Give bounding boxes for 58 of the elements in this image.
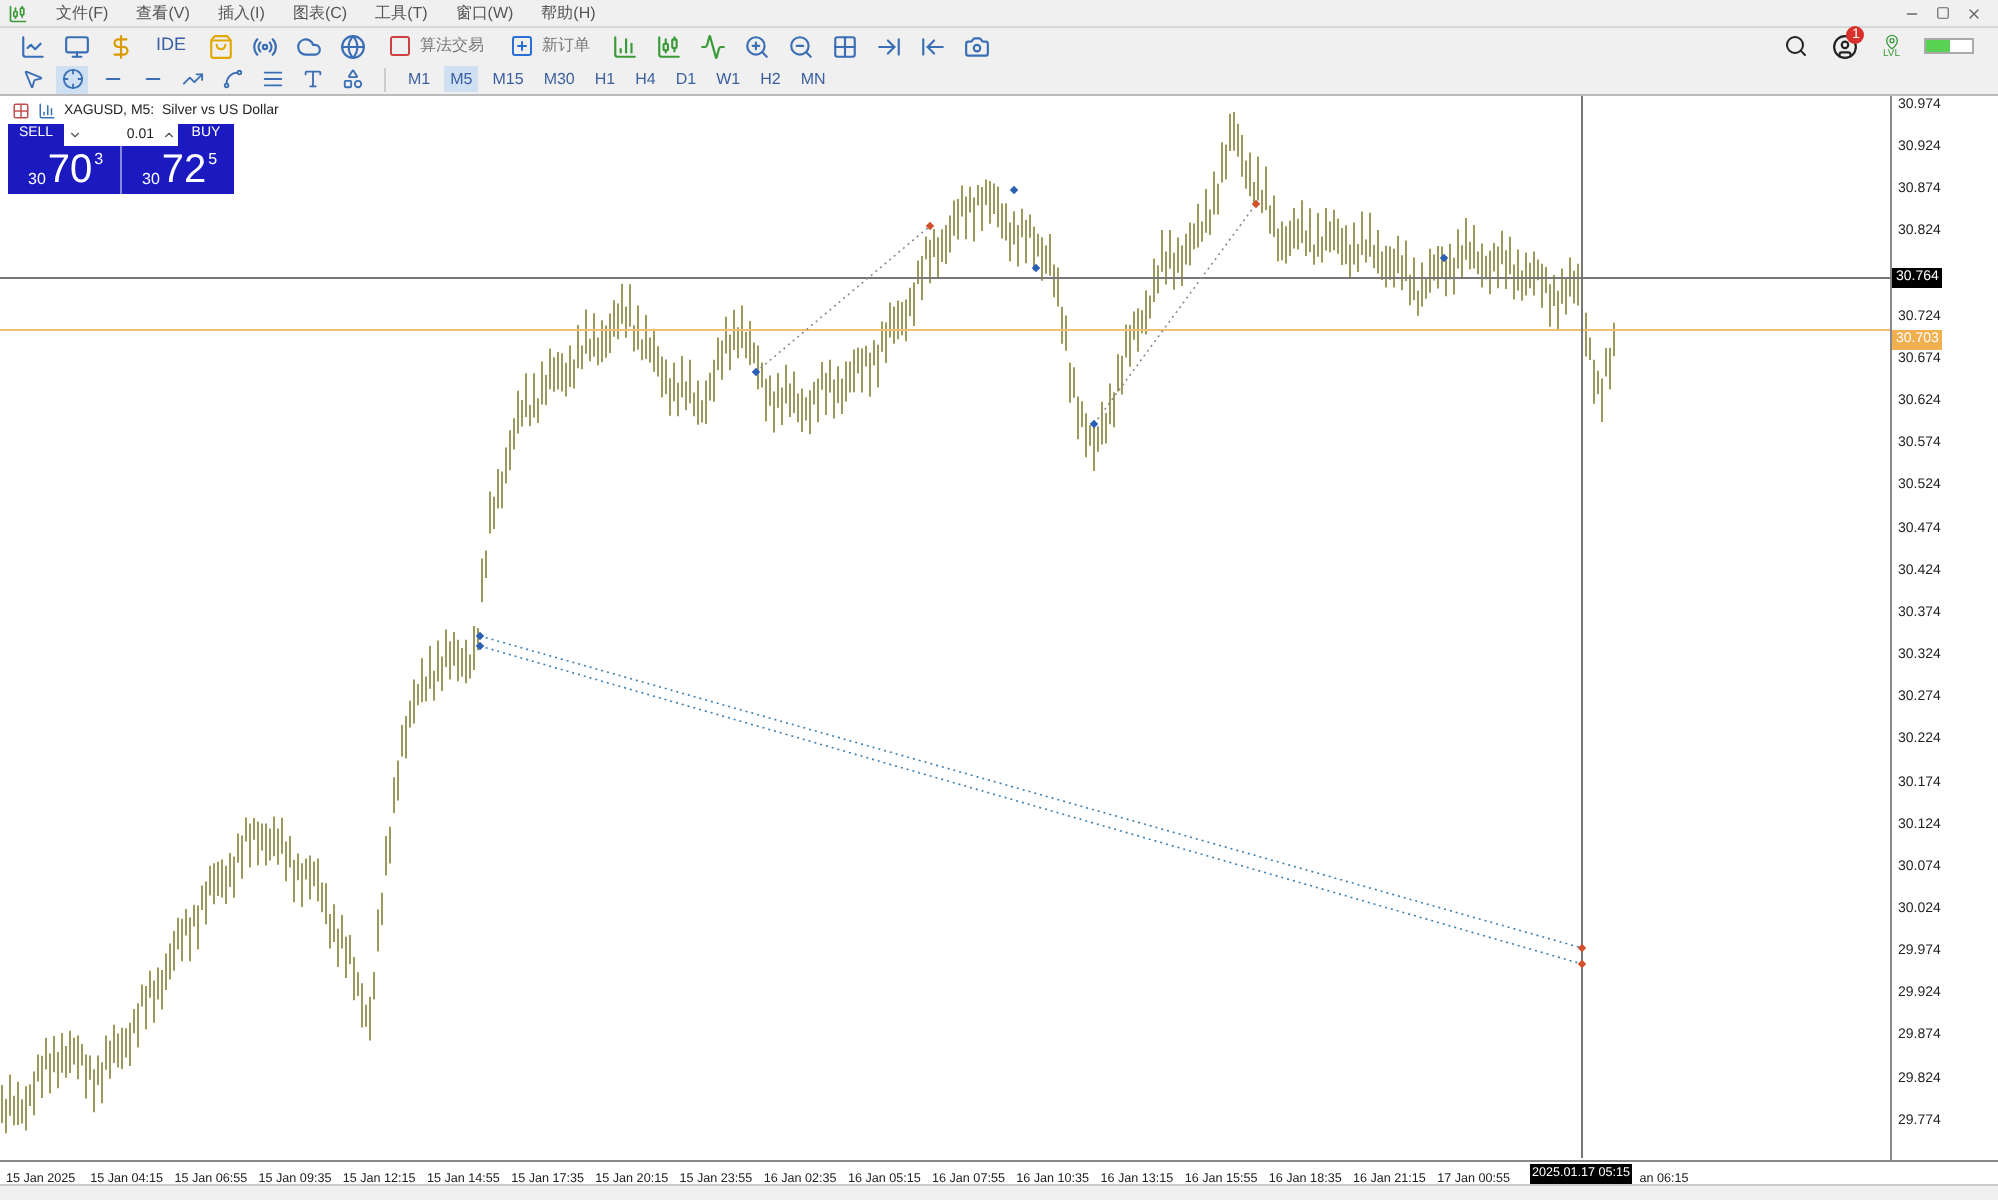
menu-item[interactable]: 窗口(W) xyxy=(455,3,514,23)
bag-icon xyxy=(208,33,235,59)
bar-chart-icon xyxy=(38,102,56,120)
timeframe-tab[interactable]: M1 xyxy=(402,66,437,92)
timeframe-tab[interactable]: H2 xyxy=(754,66,787,92)
bars-icon xyxy=(612,33,639,59)
text-icon xyxy=(301,68,323,90)
toolbar-button[interactable] xyxy=(336,30,371,62)
close-icon[interactable] xyxy=(1966,5,1982,21)
chevron-up-icon xyxy=(161,128,175,142)
app-logo-icon xyxy=(8,3,28,23)
timeframe-tab[interactable]: M15 xyxy=(486,66,530,92)
timeframe-tab[interactable]: M5 xyxy=(444,66,479,92)
shapes-icon xyxy=(341,68,363,90)
trend-icon xyxy=(181,68,203,90)
menu-item[interactable]: 图表(C) xyxy=(292,3,348,23)
cursor-icon xyxy=(21,68,43,90)
toolbar-button[interactable]: 新订单 xyxy=(502,30,599,62)
line-icon xyxy=(700,33,727,59)
search-icon[interactable] xyxy=(1784,34,1809,58)
timeframe-tab[interactable]: M30 xyxy=(537,66,581,92)
timeframe-tab[interactable]: H1 xyxy=(588,66,622,92)
shift-left-icon xyxy=(920,33,947,59)
signal-icon xyxy=(252,33,279,59)
toolbar-button[interactable] xyxy=(16,30,50,62)
drawing-tool-button[interactable] xyxy=(56,65,88,93)
chevron-down-icon xyxy=(67,128,81,142)
timeframe-tab[interactable]: D1 xyxy=(669,66,703,92)
menu-item[interactable]: 文件(F) xyxy=(56,3,109,23)
timeframe-tab[interactable]: H4 xyxy=(629,66,662,92)
grid-icon xyxy=(832,33,859,59)
square-icon xyxy=(388,34,413,58)
zoom-in-icon xyxy=(744,33,771,59)
timeframe-tab[interactable]: MN xyxy=(794,66,832,92)
globe-icon xyxy=(340,33,367,59)
timeframe-tab[interactable]: W1 xyxy=(710,66,747,92)
plus-square-icon xyxy=(510,34,535,58)
crosshair-icon xyxy=(61,68,83,90)
grid-icon xyxy=(12,102,30,120)
zoom-out-icon xyxy=(788,33,815,59)
shift-right-icon xyxy=(876,33,903,59)
toolbar-button[interactable]: 算法交易 xyxy=(380,30,493,62)
camera-icon xyxy=(964,33,991,59)
menu-item[interactable]: 查看(V) xyxy=(136,3,190,23)
chart-line-icon xyxy=(20,33,46,59)
menu-item[interactable]: 工具(T) xyxy=(375,3,428,23)
monitor-icon xyxy=(64,33,90,59)
candles-icon xyxy=(656,33,683,59)
cloud-icon xyxy=(296,33,323,59)
ide-button[interactable]: IDE xyxy=(148,30,195,62)
menu-item[interactable]: 帮助(H) xyxy=(541,3,596,23)
dollar-icon xyxy=(108,33,134,59)
location-pin-icon xyxy=(1883,33,1900,49)
toolbar-button[interactable] xyxy=(60,30,94,62)
connection-bar xyxy=(1924,38,1974,54)
menu-item[interactable]: 插入(I) xyxy=(217,3,265,23)
toolbar-button[interactable] xyxy=(696,30,731,62)
restore-icon[interactable] xyxy=(1936,5,1950,19)
